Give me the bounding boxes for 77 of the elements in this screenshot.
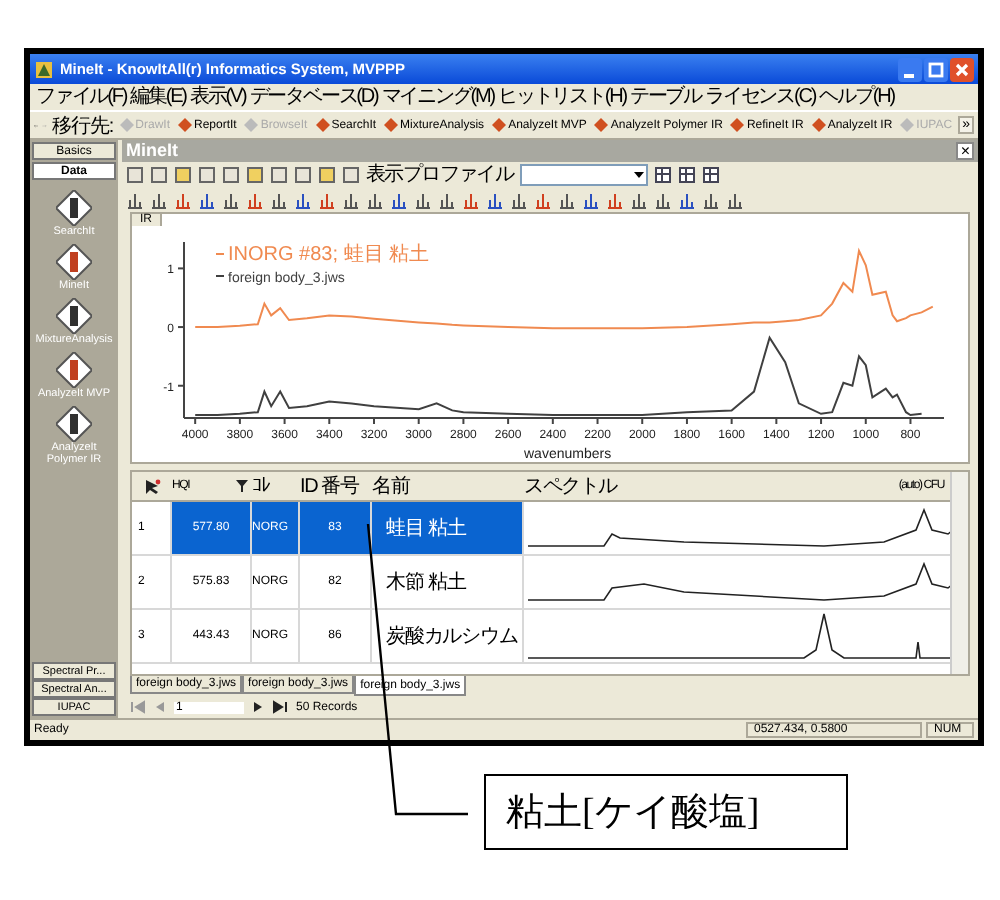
menu-item[interactable]: マイニング(M) xyxy=(381,85,494,109)
menu-item[interactable]: ファイル(F) xyxy=(36,85,127,109)
column-header[interactable]: 名前 xyxy=(372,473,524,500)
menu-item[interactable]: ライセンス(C) xyxy=(705,85,816,109)
peak-tool-icon[interactable] xyxy=(222,191,240,209)
peak-tool-icon[interactable] xyxy=(726,191,744,209)
diamond-icon xyxy=(178,118,192,132)
column-header[interactable]: スペクトル xyxy=(524,473,899,500)
document-title: MineIt xyxy=(126,140,178,161)
scroll-bar[interactable] xyxy=(950,472,968,675)
diamond-icon xyxy=(315,118,330,132)
peak-tool-icon[interactable] xyxy=(270,191,288,209)
menu-item[interactable]: 表示(V) xyxy=(189,85,246,109)
peak-tool-icon[interactable] xyxy=(150,191,168,209)
peak-tool-icon[interactable] xyxy=(462,191,480,209)
maximize-icon[interactable] xyxy=(924,57,948,81)
peak-tool-icon[interactable] xyxy=(510,191,528,209)
tool-icon[interactable] xyxy=(56,298,92,334)
menu-item[interactable]: ヘルプ(H) xyxy=(819,85,894,109)
peak-tool-icon[interactable] xyxy=(606,191,624,209)
peak-tool-icon[interactable] xyxy=(342,191,360,209)
grid-icon[interactable] xyxy=(653,165,672,184)
diamond-icon xyxy=(384,118,399,132)
peak-tool-icon[interactable] xyxy=(558,191,576,209)
peak-tool-icon[interactable] xyxy=(198,191,216,209)
filter-icon[interactable] xyxy=(232,478,252,495)
diamond-icon xyxy=(244,118,259,132)
peak-tool-icon[interactable] xyxy=(582,191,600,209)
last-page-icon[interactable] xyxy=(272,700,288,715)
diamond-icon xyxy=(119,118,134,132)
peak-tool-icon[interactable] xyxy=(678,191,696,209)
peak-tool-icon[interactable] xyxy=(534,191,552,209)
menu-item[interactable]: 編集(E) xyxy=(130,85,186,109)
tool-icon[interactable] xyxy=(56,190,92,226)
close-button[interactable]: × xyxy=(956,141,974,160)
diamond-icon xyxy=(730,118,745,132)
peak-tool-icon[interactable] xyxy=(654,191,672,209)
diamond-icon xyxy=(811,118,826,132)
peak-tool-icon[interactable] xyxy=(318,191,336,209)
diamond-icon xyxy=(492,118,507,132)
legend-label: INORG #83; 蛙目 粘土 xyxy=(228,244,430,267)
table-cell: 蛙目 粘土 xyxy=(372,502,524,555)
toolbar-label: 移行先: xyxy=(51,113,114,138)
peak-tool-icon[interactable] xyxy=(366,191,384,209)
column-header[interactable]: ID 番号 xyxy=(300,473,372,500)
tool-icon[interactable] xyxy=(56,244,92,280)
grid-icon[interactable] xyxy=(701,165,720,184)
caret-icon[interactable] xyxy=(631,167,646,182)
peak-tool-icon[interactable] xyxy=(174,191,192,209)
legend-line xyxy=(215,253,225,256)
menu-item[interactable]: データベース(D) xyxy=(249,85,378,109)
profile-label: 表示プロファイル xyxy=(366,161,514,189)
peak-tool-icon[interactable] xyxy=(126,191,144,209)
menu-item[interactable]: ヒットリスト(H) xyxy=(497,85,626,109)
peak-tool-icon[interactable] xyxy=(702,191,720,209)
peak-tool-icon[interactable] xyxy=(390,191,408,209)
table-cell: 木節 粘土 xyxy=(372,556,524,609)
peak-tool-icon[interactable] xyxy=(630,191,648,209)
menu-item[interactable]: テーブル xyxy=(629,85,702,109)
column-header[interactable]: ｺﾚ xyxy=(252,473,300,500)
grid-icon[interactable] xyxy=(677,165,696,184)
peak-tool-icon[interactable] xyxy=(438,191,456,209)
peak-tool-icon[interactable] xyxy=(246,191,264,209)
peak-tool-icon[interactable] xyxy=(294,191,312,209)
tool-icon[interactable] xyxy=(56,352,92,388)
diamond-icon xyxy=(594,118,609,132)
app-icon xyxy=(34,59,54,79)
minimize-icon[interactable] xyxy=(898,57,922,81)
legend-line xyxy=(215,275,225,278)
peak-tool-icon[interactable] xyxy=(486,191,504,209)
table-cell: 炭酸カルシウム xyxy=(372,610,524,663)
close-icon[interactable] xyxy=(950,57,974,81)
peak-tool-icon[interactable] xyxy=(414,191,432,209)
diamond-icon xyxy=(900,118,915,132)
tool-icon[interactable] xyxy=(56,406,92,442)
callout-box: 粘土[ケイ酸塩] xyxy=(484,774,848,850)
next-page-icon[interactable] xyxy=(252,700,264,715)
